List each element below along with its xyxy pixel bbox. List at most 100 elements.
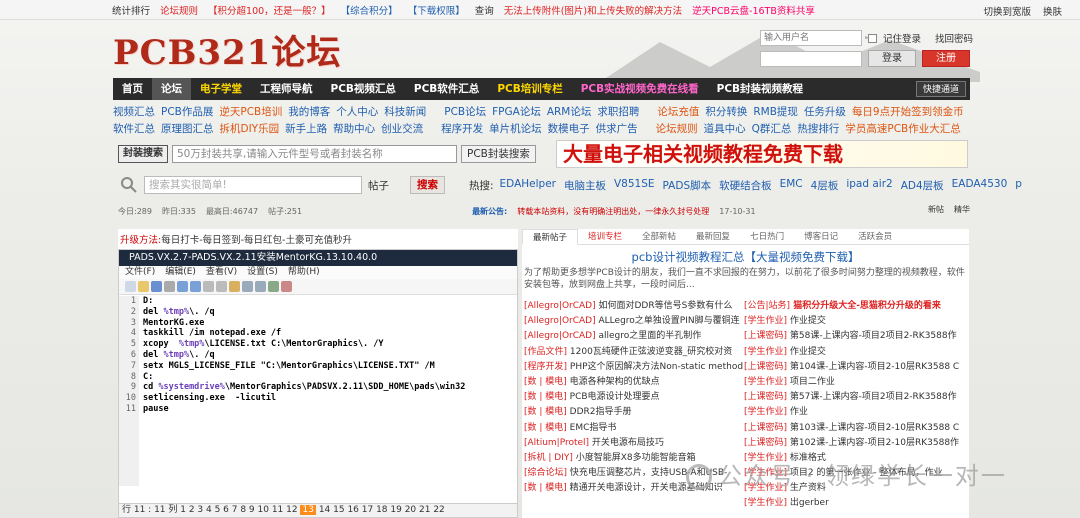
nav-pcb-software[interactable]: PCB软件汇总 xyxy=(405,78,488,100)
post-title[interactable]: PCB电源设计处理要点 xyxy=(567,392,660,402)
list-item[interactable]: [上课密码] 第58课-上课内容-项目2项目2-RK3588作 xyxy=(744,329,964,344)
quick-link-row2-13[interactable]: 热搜排行 xyxy=(797,121,839,138)
post-category[interactable]: [上课密码] xyxy=(744,423,787,433)
post-title[interactable]: 开关电源布局技巧 xyxy=(589,438,664,448)
post-title[interactable]: 猫积分升级大全-思猫积分升级的看来 xyxy=(790,301,941,311)
list-item[interactable]: [学生作业] 出gerber xyxy=(744,496,964,511)
topbar-item-rules[interactable]: 论坛规则 xyxy=(160,3,198,17)
site-search-button[interactable]: 搜索 xyxy=(410,176,445,194)
forgot-password-link[interactable]: 找回密码 xyxy=(935,31,973,45)
quick-link-row2-3[interactable]: 新手上路 xyxy=(285,121,327,138)
hot-keyword-6[interactable]: 4层板 xyxy=(811,178,839,193)
post-title[interactable]: 第58课-上课内容-项目2项目2-RK3588作 xyxy=(787,331,957,341)
quick-access-button[interactable]: 快捷通道 xyxy=(915,81,966,97)
post-category[interactable]: [数 | 模电] xyxy=(524,483,567,493)
footprint-search-button[interactable]: PCB封装搜索 xyxy=(461,145,536,163)
post-category[interactable]: [数 | 模电] xyxy=(524,392,567,402)
list-item[interactable]: [上课密码] 第104课-上课内容-项目2-10层RK3588 C xyxy=(744,360,964,375)
quick-link-row2-14[interactable]: 学员高速PCB作业大汇总 xyxy=(845,121,960,138)
tab-2[interactable]: 全部新帖 xyxy=(632,229,686,244)
list-item[interactable]: [上课密码] 第57课-上课内容-项目2项目2-RK3588作 xyxy=(744,390,964,405)
post-category[interactable]: [数 | 模电] xyxy=(524,423,567,433)
post-title[interactable]: ALLegro之单独设置PIN脚与覆铜连 xyxy=(596,316,740,326)
quick-link-row1-10[interactable]: 论坛充值 xyxy=(657,104,699,121)
topbar-item-query[interactable]: 查询 xyxy=(475,3,494,17)
hot-keyword-10[interactable]: p xyxy=(1015,178,1022,193)
quick-link-row1-4[interactable]: 个人中心 xyxy=(336,104,378,121)
notepad-menu-item-2[interactable]: 查看(V) xyxy=(206,266,237,279)
post-category[interactable]: [程序开发] xyxy=(524,362,567,372)
hot-keyword-1[interactable]: 电脑主板 xyxy=(564,178,606,193)
quick-link-row1-12[interactable]: RMB提现 xyxy=(753,104,798,121)
nav-pcb-footprint[interactable]: PCB封装视频教程 xyxy=(708,78,812,100)
quick-link-row2-12[interactable]: Q群汇总 xyxy=(752,121,792,138)
site-search-input[interactable]: 搜索其实很简单! xyxy=(144,176,362,194)
post-title[interactable]: allegro之里面的半孔制作 xyxy=(596,331,702,341)
list-item[interactable]: [学生作业] 作业 xyxy=(744,405,964,420)
post-category[interactable]: [上课密码] xyxy=(744,392,787,402)
hot-keyword-3[interactable]: PADS脚本 xyxy=(663,178,712,193)
post-title[interactable]: 1200瓦纯硬件正弦波逆变器_研究校对资 xyxy=(567,347,732,357)
post-title[interactable]: 出gerber xyxy=(787,498,829,508)
list-item[interactable] xyxy=(524,496,744,511)
post-title[interactable]: PHP这个原因解决方法Non-static method xyxy=(567,362,743,372)
search-type-select[interactable]: 帖子 xyxy=(368,178,404,193)
post-category[interactable]: [学生作业] xyxy=(744,347,787,357)
quick-link-row1-8[interactable]: ARM论坛 xyxy=(547,104,592,121)
post-category[interactable]: [Allegro|OrCAD] xyxy=(524,301,596,311)
nav-school[interactable]: 电子学堂 xyxy=(191,78,251,100)
post-category[interactable]: [综合论坛] xyxy=(524,468,567,478)
post-category[interactable]: [学生作业] xyxy=(744,407,787,417)
post-category[interactable]: [上课密码] xyxy=(744,331,787,341)
post-category[interactable]: [拆机 | DIY] xyxy=(524,453,573,463)
hot-keyword-5[interactable]: EMC xyxy=(780,178,803,193)
post-category[interactable]: [学生作业] xyxy=(744,377,787,387)
notice-text[interactable]: 转载本站资料，没有明确注明出处，一律永久封号处理 xyxy=(517,206,709,217)
post-title[interactable]: 作业 xyxy=(787,407,808,417)
notepad-menu-item-4[interactable]: 帮助(H) xyxy=(288,266,320,279)
quick-link-row2-10[interactable]: 论坛规则 xyxy=(656,121,698,138)
list-item[interactable]: [作品文件] 1200瓦纯硬件正弦波逆变器_研究校对资 xyxy=(524,345,744,360)
quick-link-row1-5[interactable]: 科技新闻 xyxy=(384,104,426,121)
quick-link-row1-11[interactable]: 积分转换 xyxy=(705,104,747,121)
quick-link-row2-5[interactable]: 创业交流 xyxy=(381,121,423,138)
register-button[interactable]: 注册 xyxy=(922,50,970,67)
quick-link-row1-3[interactable]: 我的博客 xyxy=(288,104,330,121)
topbar-item-cloud[interactable]: 逆天PCB云盘-16TB资料共享 xyxy=(692,3,815,17)
quick-link-row2-1[interactable]: 原理图汇总 xyxy=(161,121,214,138)
post-title[interactable]: 第103课-上课内容-项目2-10层RK3588 C xyxy=(787,423,959,433)
topbar-item-download[interactable]: 【下载权限】 xyxy=(408,3,465,17)
post-category[interactable]: [Allegro|OrCAD] xyxy=(524,316,596,326)
tab-0[interactable]: 最新帖子 xyxy=(522,229,579,245)
tab-5[interactable]: 博客日记 xyxy=(794,229,848,244)
tab-1[interactable]: 培训专栏 xyxy=(578,229,632,244)
quick-link-row1-14[interactable]: 每日9点开始签到领金币 xyxy=(852,104,964,121)
quick-link-row1-9[interactable]: 求职招聘 xyxy=(597,104,639,121)
list-item[interactable]: [上课密码] 第103课-上课内容-项目2-10层RK3588 C xyxy=(744,421,964,436)
post-category[interactable]: [数 | 模电] xyxy=(524,377,567,387)
quick-link-row2-4[interactable]: 帮助中心 xyxy=(333,121,375,138)
quick-link-row1-13[interactable]: 任务升级 xyxy=(804,104,846,121)
post-title[interactable]: 项目二作业 xyxy=(787,377,835,387)
notepad-menu-item-3[interactable]: 设置(S) xyxy=(247,266,278,279)
quick-link-row2-0[interactable]: 软件汇总 xyxy=(113,121,155,138)
tab-3[interactable]: 最新回复 xyxy=(686,229,740,244)
post-title[interactable]: 第102课-上课内容-项目2-10层RK3588作 xyxy=(787,438,959,448)
list-item[interactable]: [Altium|Protel] 开关电源布局技巧 xyxy=(524,436,744,451)
post-title[interactable]: 作业提交 xyxy=(787,347,826,357)
skin-link[interactable]: 换肤 xyxy=(1043,4,1062,18)
quick-link-row2-9[interactable]: 供求广告 xyxy=(596,121,638,138)
quick-link-row2-6[interactable]: 程序开发 xyxy=(441,121,483,138)
nav-pcb-free-video[interactable]: PCB实战视频免费在线看 xyxy=(572,78,708,100)
list-item[interactable]: [Allegro|OrCAD] ALLegro之单独设置PIN脚与覆铜连 xyxy=(524,314,744,329)
nav-pcb-video[interactable]: PCB视频汇总 xyxy=(322,78,405,100)
quick-link-row1-0[interactable]: 视频汇总 xyxy=(113,104,155,121)
notepad-menu-item-0[interactable]: 文件(F) xyxy=(125,266,155,279)
quick-link-row2-11[interactable]: 道具中心 xyxy=(704,121,746,138)
post-category[interactable]: [学生作业] xyxy=(744,498,787,508)
featured-title[interactable]: pcb设计视频教程汇总【大量视频免费下载】 xyxy=(522,245,969,265)
list-item[interactable]: [公告|站务] 猫积分升级大全-思猫积分升级的看来 xyxy=(744,299,964,314)
post-title[interactable]: 电源各种架构的优缺点 xyxy=(567,377,660,387)
topbar-item-points[interactable]: 【积分超100，还是一般？】 xyxy=(208,3,331,17)
list-item[interactable]: [Allegro|OrCAD] 如何面对DDR等信号S参数有什么 xyxy=(524,299,744,314)
